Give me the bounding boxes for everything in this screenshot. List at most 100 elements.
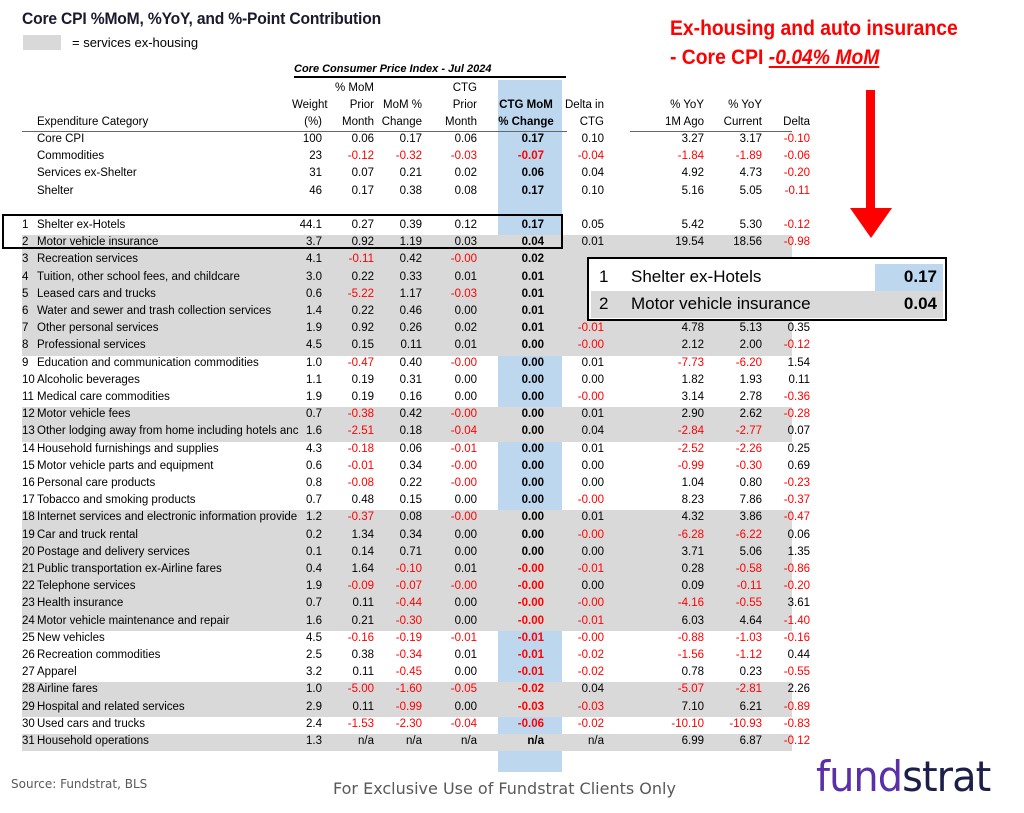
cell-dc: -0.01 <box>577 563 604 575</box>
cell-w: 1.1 <box>306 373 322 386</box>
row-rank: 18 <box>22 511 35 524</box>
cell-cp: 0.00 <box>454 373 477 386</box>
cell-w: 23 <box>309 150 322 163</box>
down-arrow-icon <box>866 90 875 210</box>
category-name: Services ex-Shelter <box>37 167 137 180</box>
cell-ctg: 0.00 <box>521 408 544 421</box>
cell-dc: -0.00 <box>577 339 604 352</box>
cell-w: 31 <box>309 167 322 180</box>
header-line: Month <box>342 116 374 128</box>
inset-label: Motor vehicle insurance <box>631 294 811 313</box>
category-name: Used cars and trucks <box>37 717 146 730</box>
cell-y1: 4.78 <box>681 322 704 335</box>
cell-dc: -0.02 <box>577 666 604 679</box>
row-rank: 3 <box>22 253 29 266</box>
cell-mom: -0.45 <box>395 666 422 679</box>
cell-w: 0.7 <box>306 597 322 610</box>
cell-yc: 3.86 <box>739 511 762 524</box>
cell-dc: -0.02 <box>577 649 604 661</box>
top-contributors-box <box>2 214 563 249</box>
row-rank: 28 <box>22 683 35 696</box>
category-name: Alcoholic beverages <box>37 373 140 386</box>
cell-w: 100 <box>302 133 322 145</box>
cell-d: -0.11 <box>784 184 810 197</box>
exclusive-use-note: For Exclusive Use of Fundstrat Clients O… <box>333 779 676 798</box>
cell-dc: 0.01 <box>581 236 604 249</box>
row-rank: 24 <box>22 614 35 627</box>
cell-dc: n/a <box>588 735 604 747</box>
row-rank: 5 <box>22 287 29 300</box>
row-rank: 30 <box>22 717 35 730</box>
cell-cp: 0.02 <box>454 322 477 335</box>
cell-mom: 0.21 <box>399 167 422 180</box>
cell-cp: 0.00 <box>454 597 477 610</box>
cell-yc: 3.17 <box>739 133 762 145</box>
cell-ctg: 0.06 <box>521 167 544 180</box>
cell-pm: -0.16 <box>347 631 374 644</box>
category-name: Apparel <box>37 666 77 679</box>
column-header-delta: Delta <box>757 114 810 131</box>
cell-w: 1.9 <box>306 322 322 335</box>
cell-yc: 5.13 <box>739 322 762 335</box>
cell-w: 0.2 <box>306 528 322 541</box>
cell-dc: 0.01 <box>581 511 604 524</box>
cell-dc: 0.01 <box>581 356 604 369</box>
cell-d: -0.23 <box>783 477 810 489</box>
cell-mom: 0.42 <box>399 253 422 266</box>
cell-pm: 0.92 <box>351 322 374 335</box>
cell-cp: 0.00 <box>454 391 477 403</box>
cell-ctg: -0.03 <box>517 700 544 713</box>
header-line: Delta in <box>565 99 604 111</box>
row-rank: 8 <box>22 339 29 352</box>
legend-swatch <box>23 34 61 50</box>
column-header-yoy-cur: % YoY Current <box>702 97 762 131</box>
cell-mom: 0.33 <box>399 270 422 283</box>
cell-y1: 19.54 <box>675 236 704 249</box>
cell-w: 2.9 <box>306 700 322 713</box>
cell-d: -0.20 <box>783 167 810 180</box>
header-line: Delta <box>783 116 810 128</box>
cell-mom: 0.38 <box>399 184 422 197</box>
table-row: 12 Motor vehicle fees 0.7 -0.38 0.42 -0.00 0.0… <box>22 407 810 425</box>
cell-cp: -0.03 <box>450 287 477 300</box>
cell-ctg: -0.06 <box>517 717 544 730</box>
header-line: Prior <box>452 99 477 111</box>
category-name: Education and communication commodities <box>37 356 259 369</box>
cell-ctg: 0.00 <box>521 494 544 507</box>
cell-pm: 0.22 <box>351 305 374 317</box>
header-line: CTG <box>579 116 604 128</box>
category-name: Shelter <box>37 184 74 197</box>
callout-value: -0.04% MoM <box>768 46 880 69</box>
cell-pm: n/a <box>358 735 374 747</box>
cell-cp: 0.00 <box>454 494 477 507</box>
cell-pm: 0.48 <box>351 494 374 507</box>
category-name: Recreation services <box>37 253 138 266</box>
cell-ctg: -0.07 <box>517 150 544 163</box>
row-rank: 4 <box>22 270 29 283</box>
header-line: % YoY <box>728 99 762 111</box>
inset-label: Shelter ex-Hotels <box>631 267 762 286</box>
cell-pm: -0.08 <box>347 477 374 489</box>
cell-dc: -0.01 <box>577 614 604 627</box>
cell-mom: 0.06 <box>399 442 422 455</box>
source-note: Source: Fundstrat, BLS <box>11 777 148 791</box>
header-line: MoM % <box>383 99 422 111</box>
cell-cp: 0.00 <box>454 545 477 558</box>
cell-yc: 5.06 <box>739 545 762 558</box>
cell-w: 4.5 <box>306 631 322 644</box>
category-name: Motor vehicle maintenance and repair <box>37 614 230 627</box>
column-header-category: Expenditure Category <box>37 116 149 128</box>
cell-cp: -0.01 <box>450 631 477 644</box>
cell-mom: -0.07 <box>395 580 422 593</box>
cell-yc: 5.30 <box>739 219 762 231</box>
cell-y1: 0.28 <box>681 563 704 575</box>
cell-w: 0.6 <box>306 287 322 300</box>
table-row: 26 Recreation commodities 2.5 0.38 -0.34 0.01… <box>22 648 810 665</box>
cell-yc: 2.00 <box>739 339 762 352</box>
cell-ctg: 0.02 <box>521 253 544 266</box>
category-name: Household furnishings and supplies <box>37 442 219 455</box>
fundstrat-logo: fundstrat <box>816 752 991 801</box>
cell-cp: -0.01 <box>450 442 477 455</box>
cell-ctg: 0.00 <box>521 339 544 352</box>
cell-w: 0.4 <box>306 563 322 575</box>
